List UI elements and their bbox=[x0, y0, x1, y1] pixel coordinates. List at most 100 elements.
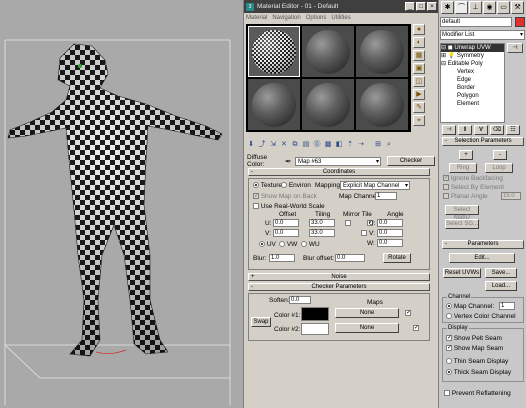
coordinates-rollout-header[interactable]: - Coordinates bbox=[248, 168, 430, 176]
create-tab-icon[interactable]: ✱ bbox=[441, 1, 454, 14]
make-preview-icon[interactable]: ▶ bbox=[413, 89, 425, 100]
stack-item-unwrap-uvw[interactable]: ⊟ ◼ Unwrap UVW bbox=[441, 44, 504, 52]
wu-radio[interactable] bbox=[301, 241, 307, 248]
sample-slot-3[interactable] bbox=[356, 26, 408, 77]
color2-swatch[interactable] bbox=[301, 323, 329, 335]
object-name-field[interactable]: default bbox=[440, 17, 512, 27]
color1-swatch[interactable] bbox=[301, 307, 329, 321]
make-unique-icon[interactable]: ⧉ bbox=[290, 140, 300, 150]
minimize-button[interactable]: _ bbox=[405, 2, 415, 11]
get-material-icon[interactable]: ⬇ bbox=[246, 140, 256, 150]
stack-item-border[interactable]: Border bbox=[441, 84, 504, 92]
put-to-scene-icon[interactable]: ⤴ bbox=[257, 140, 267, 150]
stack-item-symmetry[interactable]: ⊞ 💡 Symmetry bbox=[441, 52, 504, 60]
planar-angle-spinner[interactable]: 15.0 bbox=[501, 192, 521, 200]
perspective-viewport[interactable] bbox=[0, 0, 243, 408]
motion-tab-icon[interactable]: ◉ bbox=[483, 1, 496, 14]
u-tiling-spinner[interactable]: 33.0 bbox=[309, 219, 335, 227]
make-unique-button[interactable]: ∀ bbox=[474, 125, 488, 135]
map-type-button[interactable]: Checker bbox=[387, 156, 435, 166]
show-end-result-button[interactable]: Ⅱ bbox=[458, 125, 472, 135]
utilities-tab-icon[interactable]: ⚒ bbox=[511, 1, 524, 14]
texture-radio[interactable] bbox=[253, 182, 259, 189]
thin-seam-display-radio[interactable] bbox=[446, 358, 452, 365]
swap-button[interactable]: Swap bbox=[251, 317, 271, 327]
v-mirror-checkbox[interactable] bbox=[360, 230, 367, 237]
thin-seam-display-option[interactable]: Thin Seam Display bbox=[446, 358, 508, 365]
u-mirror-checkbox[interactable] bbox=[345, 220, 351, 227]
grow-selection-button[interactable]: + bbox=[459, 150, 473, 160]
command-panel[interactable]: ✱ ⌒ ⊥ ◉ ▭ ⚒ default Modifier List ⊟ ◼ Un… bbox=[438, 0, 526, 408]
color1-map-button[interactable]: None bbox=[335, 308, 399, 318]
select-sg-button[interactable]: Select SG... bbox=[445, 219, 479, 229]
use-real-world-scale-checkbox[interactable] bbox=[253, 203, 259, 210]
close-button[interactable]: × bbox=[427, 2, 437, 11]
sample-slot-1[interactable] bbox=[248, 26, 300, 77]
ignore-backfacing-option[interactable]: Ignore Backfacing bbox=[443, 174, 503, 182]
stack-item-element[interactable]: Element bbox=[441, 100, 504, 108]
select-by-material-icon[interactable]: ⌖ bbox=[413, 115, 425, 126]
maximize-button[interactable]: □ bbox=[416, 2, 426, 11]
pick-material-icon[interactable]: ⌕ bbox=[384, 140, 394, 150]
hierarchy-tab-icon[interactable]: ⊥ bbox=[469, 1, 482, 14]
stack-item-editable-poly[interactable]: ⊟ Editable Poly bbox=[441, 60, 504, 68]
material-id-icon[interactable]: ⓪ bbox=[312, 140, 322, 150]
v-offset-spinner[interactable]: 0.0 bbox=[273, 229, 299, 237]
load-button[interactable]: Load... bbox=[485, 281, 517, 291]
edit-button[interactable]: Edit... bbox=[449, 253, 515, 263]
loop-button[interactable]: Loop bbox=[485, 163, 513, 173]
checker-mapped-creature[interactable] bbox=[7, 43, 223, 357]
background-icon[interactable]: ▦ bbox=[413, 50, 425, 61]
vw-option[interactable]: VW bbox=[279, 241, 297, 248]
map-channel-option[interactable]: Map Channel: bbox=[446, 303, 494, 310]
color1-map-checkbox[interactable] bbox=[405, 309, 411, 317]
video-color-check-icon[interactable]: ◫ bbox=[413, 76, 425, 87]
stack-item-vertex[interactable]: Vertex bbox=[441, 68, 504, 76]
select-by-element-checkbox[interactable] bbox=[443, 184, 449, 191]
menu-material[interactable]: Material bbox=[246, 15, 267, 21]
options-icon[interactable]: ✎ bbox=[413, 102, 425, 113]
save-button[interactable]: Save... bbox=[485, 268, 517, 278]
u-offset-spinner[interactable]: 0.0 bbox=[273, 219, 299, 227]
eyedropper-icon[interactable]: ✒ bbox=[285, 157, 293, 166]
checker-parameters-rollout-header[interactable]: - Checker Parameters bbox=[248, 283, 430, 291]
v-tiling-spinner[interactable]: 33.0 bbox=[309, 229, 335, 237]
modifier-list-dropdown[interactable]: Modifier List bbox=[440, 30, 525, 40]
map-name-dropdown[interactable]: Map #63 bbox=[295, 156, 381, 166]
prevent-reflattening-option[interactable]: Prevent Reflattening bbox=[444, 390, 511, 397]
map-channel-spinner[interactable]: 1 bbox=[375, 192, 397, 200]
ignore-backfacing-checkbox[interactable] bbox=[443, 174, 449, 182]
uv-radio[interactable] bbox=[259, 241, 265, 248]
uv-option[interactable]: UV bbox=[259, 241, 276, 248]
environ-radio[interactable] bbox=[281, 182, 287, 189]
shrink-selection-button[interactable]: - bbox=[493, 150, 507, 160]
prevent-reflattening-checkbox[interactable] bbox=[444, 390, 450, 397]
pin-stack-icon[interactable]: ⊣ bbox=[507, 43, 523, 53]
map-channel-spinner[interactable]: 1 bbox=[499, 302, 515, 310]
v-angle-spinner[interactable]: 0.0 bbox=[377, 229, 403, 237]
remove-modifier-button[interactable]: ⌫ bbox=[490, 125, 504, 135]
mapping-dropdown[interactable]: Explicit Map Channel bbox=[340, 181, 410, 190]
configure-sets-button[interactable]: ☷ bbox=[506, 125, 520, 135]
material-editor-window[interactable]: 3 Material Editor - 01 - Default _ □ × M… bbox=[243, 0, 438, 408]
u-angle-spinner[interactable]: 0.0 bbox=[377, 219, 403, 227]
thick-seam-display-option[interactable]: Thick Seam Display bbox=[446, 369, 511, 376]
sample-slot-5[interactable] bbox=[302, 79, 354, 130]
select-matid-button[interactable]: Select MatID bbox=[445, 205, 479, 221]
uv-tiling-icon[interactable]: ▣ bbox=[413, 63, 425, 74]
show-map-in-viewport-icon[interactable]: ▩ bbox=[323, 140, 333, 150]
backlight-icon[interactable]: ◐ bbox=[413, 37, 425, 48]
thick-seam-display-radio[interactable] bbox=[446, 369, 452, 376]
select-by-element-option[interactable]: Select By Element bbox=[443, 184, 504, 191]
show-map-on-back-checkbox[interactable] bbox=[253, 192, 259, 200]
sample-slot-4[interactable] bbox=[248, 79, 300, 130]
stack-item-edge[interactable]: Edge bbox=[441, 76, 504, 84]
environ-option[interactable]: Environ bbox=[281, 182, 311, 189]
show-map-seam-checkbox[interactable] bbox=[446, 344, 452, 352]
pin-stack-button[interactable]: ⊣ bbox=[442, 125, 456, 135]
put-to-library-icon[interactable]: ▤ bbox=[301, 140, 311, 150]
display-tab-icon[interactable]: ▭ bbox=[497, 1, 510, 14]
texture-option[interactable]: Texture bbox=[253, 182, 282, 189]
vertex-color-channel-radio[interactable] bbox=[446, 313, 452, 320]
reset-uvws-button[interactable]: Reset UVWs bbox=[443, 268, 481, 278]
